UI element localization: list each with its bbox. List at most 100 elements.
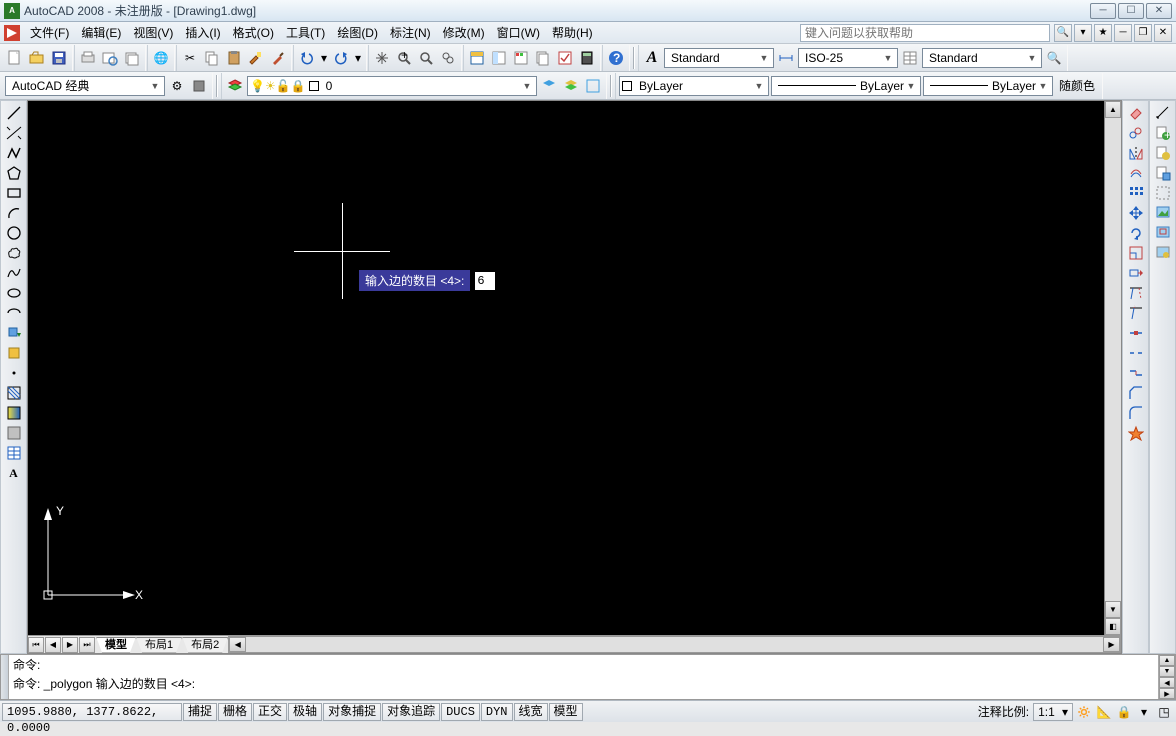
design-center-icon[interactable] bbox=[489, 48, 509, 68]
tab-prev-icon[interactable]: ◀ bbox=[45, 637, 61, 653]
status-ducs[interactable]: DUCS bbox=[441, 703, 480, 721]
zoom-prev-icon[interactable] bbox=[438, 48, 458, 68]
menu-dimension[interactable]: 标注(N) bbox=[384, 23, 437, 43]
menu-help[interactable]: 帮助(H) bbox=[546, 23, 599, 43]
tab-last-icon[interactable]: ⏭ bbox=[79, 637, 95, 653]
line-icon[interactable] bbox=[3, 103, 25, 123]
scroll-up-icon[interactable]: ▲ bbox=[1105, 101, 1121, 118]
ellipse-arc-icon[interactable] bbox=[3, 303, 25, 323]
open-icon[interactable] bbox=[27, 48, 47, 68]
maximize-button[interactable]: ☐ bbox=[1118, 3, 1144, 19]
clean-screen-icon[interactable]: ◳ bbox=[1154, 702, 1174, 722]
undo-nav-icon[interactable]: 🌐 bbox=[151, 48, 171, 68]
drawing-canvas[interactable]: 输入边的数目 <4>: Y X bbox=[28, 101, 1104, 635]
trim-icon[interactable] bbox=[1125, 283, 1147, 303]
status-snap[interactable]: 捕捉 bbox=[183, 703, 217, 721]
hatch-icon[interactable] bbox=[3, 383, 25, 403]
copy-icon[interactable] bbox=[202, 48, 222, 68]
tab-layout2[interactable]: 布局2 bbox=[182, 637, 228, 653]
fillet-icon[interactable] bbox=[1125, 403, 1147, 423]
join-icon[interactable] bbox=[1125, 363, 1147, 383]
layer-combo[interactable]: 💡☀🔓🔒 0▼ bbox=[247, 76, 537, 96]
status-osnap[interactable]: 对象捕捉 bbox=[323, 703, 381, 721]
gradient-icon[interactable] bbox=[3, 403, 25, 423]
erase-icon[interactable] bbox=[1125, 103, 1147, 123]
redo-icon[interactable] bbox=[331, 48, 351, 68]
array-icon[interactable] bbox=[1125, 183, 1147, 203]
multileader-icon[interactable]: 🔍 bbox=[1044, 48, 1064, 68]
block-make-icon[interactable] bbox=[3, 343, 25, 363]
workspace-combo[interactable]: AutoCAD 经典▼ bbox=[5, 76, 165, 96]
xref-clip-icon[interactable] bbox=[1152, 143, 1174, 163]
menu-format[interactable]: 格式(O) bbox=[227, 23, 280, 43]
markup-icon[interactable] bbox=[555, 48, 575, 68]
color-combo[interactable]: ByLayer▼ bbox=[619, 76, 769, 96]
search-icon[interactable]: 🔍 bbox=[1054, 24, 1072, 42]
explode-icon[interactable] bbox=[1125, 423, 1147, 443]
table-style-combo[interactable]: Standard▼ bbox=[922, 48, 1042, 68]
dim-style-combo[interactable]: ISO-25▼ bbox=[798, 48, 898, 68]
favorites-icon[interactable]: ★ bbox=[1094, 24, 1112, 42]
tab-first-icon[interactable]: ⏮ bbox=[28, 637, 44, 653]
menu-window[interactable]: 窗口(W) bbox=[491, 23, 546, 43]
tab-layout1[interactable]: 布局1 bbox=[136, 637, 182, 653]
redo-dropdown-icon[interactable]: ▾ bbox=[353, 48, 363, 68]
anno-visibility-icon[interactable]: 🔅 bbox=[1074, 702, 1094, 722]
rectangle-icon[interactable] bbox=[3, 183, 25, 203]
scale-icon[interactable] bbox=[1125, 243, 1147, 263]
brush-icon[interactable] bbox=[268, 48, 288, 68]
menu-edit[interactable]: 编辑(E) bbox=[75, 23, 127, 43]
menu-draw[interactable]: 绘图(D) bbox=[331, 23, 384, 43]
chamfer-icon[interactable] bbox=[1125, 383, 1147, 403]
polygon-icon[interactable] bbox=[3, 163, 25, 183]
zoom-realtime-icon[interactable]: + bbox=[394, 48, 414, 68]
help-icon[interactable]: ? bbox=[606, 48, 626, 68]
properties-icon[interactable] bbox=[467, 48, 487, 68]
dim-style-icon[interactable] bbox=[776, 48, 796, 68]
copy-obj-icon[interactable] bbox=[1125, 123, 1147, 143]
point-icon[interactable] bbox=[3, 363, 25, 383]
ellipse-icon[interactable] bbox=[3, 283, 25, 303]
xref-frame-icon[interactable] bbox=[1152, 183, 1174, 203]
status-coordinates[interactable]: 1095.9880, 1377.8622, 0.0000 bbox=[2, 703, 182, 721]
paste-icon[interactable] bbox=[224, 48, 244, 68]
status-lwt[interactable]: 线宽 bbox=[514, 703, 548, 721]
save-icon[interactable] bbox=[49, 48, 69, 68]
mtext-icon[interactable]: A bbox=[3, 463, 25, 483]
doc-minimize-button[interactable]: ─ bbox=[1114, 24, 1132, 42]
command-scrollbar[interactable]: ▲▼ ◀▶ bbox=[1158, 655, 1175, 699]
undo-icon[interactable] bbox=[297, 48, 317, 68]
help-search-input[interactable] bbox=[800, 24, 1050, 42]
tab-next-icon[interactable]: ▶ bbox=[62, 637, 78, 653]
xref-attach-icon[interactable]: + bbox=[1152, 123, 1174, 143]
status-dyn[interactable]: DYN bbox=[481, 703, 513, 721]
publish-icon[interactable] bbox=[122, 48, 142, 68]
text-style-combo[interactable]: Standard▼ bbox=[664, 48, 774, 68]
status-tray-icon[interactable]: ▾ bbox=[1134, 702, 1154, 722]
anno-autoscale-icon[interactable]: 📐 bbox=[1094, 702, 1114, 722]
scroll-down-icon[interactable]: ▼ bbox=[1105, 601, 1121, 618]
image-attach-icon[interactable] bbox=[1152, 203, 1174, 223]
calc-icon[interactable] bbox=[577, 48, 597, 68]
pline-icon[interactable] bbox=[3, 143, 25, 163]
stretch-icon[interactable] bbox=[1125, 263, 1147, 283]
sheet-set-icon[interactable] bbox=[533, 48, 553, 68]
workspace-lock-icon[interactable] bbox=[189, 76, 209, 96]
comm-center-icon[interactable]: ▾ bbox=[1074, 24, 1092, 42]
linetype-combo[interactable]: ByLayer▼ bbox=[771, 76, 921, 96]
layer-manager-icon[interactable] bbox=[225, 76, 245, 96]
move-icon[interactable] bbox=[1125, 203, 1147, 223]
menu-file[interactable]: 文件(F) bbox=[24, 23, 75, 43]
break-icon[interactable] bbox=[1125, 343, 1147, 363]
revcloud-icon[interactable] bbox=[3, 243, 25, 263]
scroll-right-icon[interactable]: ▶ bbox=[1103, 637, 1120, 652]
layer-prev-icon[interactable] bbox=[539, 76, 559, 96]
mirror-icon[interactable] bbox=[1125, 143, 1147, 163]
extend-icon[interactable] bbox=[1125, 303, 1147, 323]
horizontal-scrollbar[interactable]: ◀ ▶ bbox=[228, 636, 1121, 653]
status-otrack[interactable]: 对象追踪 bbox=[382, 703, 440, 721]
circle-icon[interactable] bbox=[3, 223, 25, 243]
undo-dropdown-icon[interactable]: ▾ bbox=[319, 48, 329, 68]
xline-icon[interactable] bbox=[3, 123, 25, 143]
document-icon[interactable] bbox=[4, 25, 20, 41]
